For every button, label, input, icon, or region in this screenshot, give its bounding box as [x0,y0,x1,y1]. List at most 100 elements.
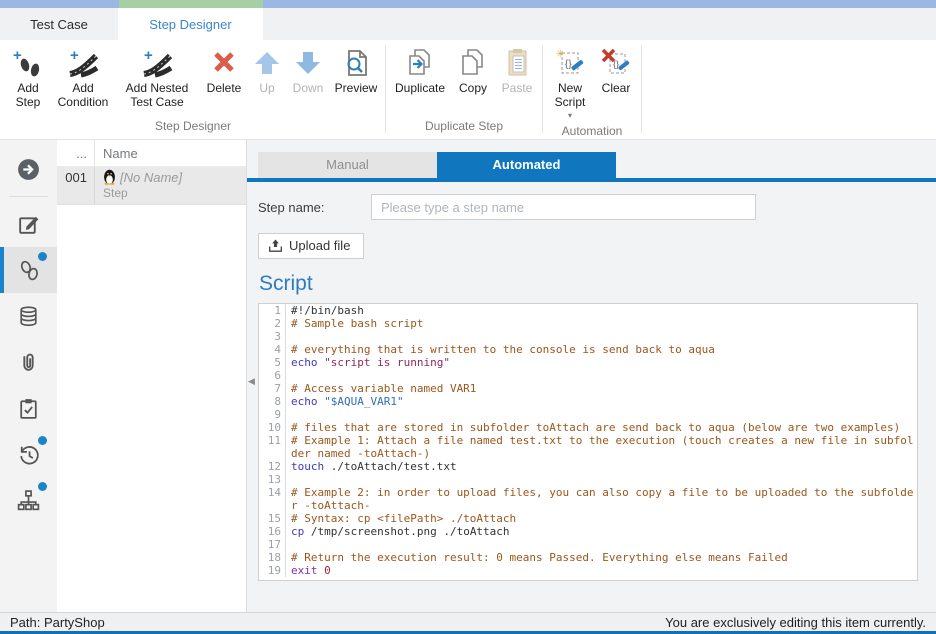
new-script-label: New Script [550,82,590,110]
script-line: 8echo "$AQUA_VAR1" [259,395,917,408]
add-condition-icon: + [67,47,99,79]
copy-label: Copy [459,82,487,96]
add-step-label: Add Step [8,82,48,110]
step-name: [No Name] [120,170,182,185]
code-text [286,369,917,382]
script-line: 12touch ./toAttach/test.txt [259,460,917,473]
down-arrow-icon [292,47,324,79]
step-name-input[interactable] [371,194,756,220]
collapse-panel-handle[interactable]: ◀ [248,376,255,387]
tab-step-designer[interactable]: Step Designer [118,8,263,40]
code-text [286,330,917,343]
new-script-icon: ✳{} [554,47,586,79]
delete-icon [208,47,240,79]
status-lock-message: You are exclusively editing this item cu… [665,615,926,630]
ribbon-group-title: Duplicate Step [387,117,541,139]
upload-file-button[interactable]: Upload file [258,233,364,259]
duplicate-button[interactable]: Duplicate [389,45,451,98]
copy-button[interactable]: Copy [451,45,495,98]
column-header-more[interactable]: ... [57,140,95,166]
line-number: 1 [259,304,286,317]
paste-button[interactable]: Paste [495,45,539,98]
title-tab-bar: Test Case Step Designer [0,8,936,40]
step-name-label: Step name: [258,200,371,215]
line-number: 13 [259,473,286,486]
sidebar-item-data[interactable] [0,293,57,339]
database-icon [16,304,41,329]
clear-script-button[interactable]: {} Clear [594,45,638,98]
step-row[interactable]: 001 [No Name] Step [57,167,246,205]
up-arrow-icon [251,47,283,79]
add-condition-button[interactable]: + Add Condition [52,45,114,112]
main-area: ... Name 001 [No Name] Step ◀ Manual Aut… [0,140,936,612]
code-text: # Sample bash script [286,317,917,330]
code-text: echo "$AQUA_VAR1" [286,395,917,408]
linux-penguin-icon [103,169,116,185]
line-number: 5 [259,356,286,369]
script-line: 1#!/bin/bash [259,304,917,317]
code-text: # Example 1: Attach a file named test.tx… [286,434,917,460]
ribbon-group-automation: ✳{} New Script ▾ {} Clear Automation [544,40,640,139]
ribbon-group-duplicate-step: Duplicate Copy Paste Duplicate Step [387,40,541,139]
ribbon: + Add Step + Add Condition + Add Nested … [0,40,936,140]
new-script-dropdown-caret[interactable]: ▾ [568,111,572,120]
line-number: 19 [259,564,286,577]
footsteps-icon [16,257,42,283]
new-script-button[interactable]: ✳{} New Script ▾ [546,45,594,122]
tab-manual[interactable]: Manual [258,152,437,178]
code-text: exit 0 [286,564,917,577]
notification-dot [38,436,47,445]
duplicate-label: Duplicate [395,82,445,96]
line-number: 16 [259,525,286,538]
up-button[interactable]: Up [248,45,286,98]
step-list-header: ... Name [57,140,246,167]
add-nested-test-case-icon: + [141,47,173,79]
add-step-button[interactable]: + Add Step [4,45,52,112]
code-text [286,408,917,421]
svg-text:+: + [13,47,22,64]
line-number: 4 [259,343,286,356]
script-line: 16cp /tmp/screenshot.png ./toAttach [259,525,917,538]
line-number: 6 [259,369,286,382]
window-top-accent [0,0,936,8]
notification-dot [38,252,47,261]
tab-test-case[interactable]: Test Case [0,8,118,40]
sidebar-item-attachments[interactable] [0,339,57,385]
sidebar-item-navigate[interactable] [0,146,57,192]
step-type: Step [103,186,182,200]
delete-button[interactable]: Delete [200,45,248,98]
preview-button[interactable]: Preview [330,45,382,98]
status-bar: Path: PartyShop You are exclusively edit… [0,612,936,631]
down-button[interactable]: Down [286,45,330,98]
code-text: # files that are stored in subfolder toA… [286,421,917,434]
upload-file-label: Upload file [289,238,350,253]
clear-script-label: Clear [602,82,631,96]
code-text: # everything that is written to the cons… [286,343,917,356]
script-line: 15# Syntax: cp <filePath> ./toAttach [259,512,917,525]
script-editor[interactable]: 1#!/bin/bash2# Sample bash script34# eve… [258,303,918,581]
sidebar-item-checklist[interactable] [0,385,57,431]
script-line: 9 [259,408,917,421]
code-text: # Syntax: cp <filePath> ./toAttach [286,512,917,525]
code-text: # Example 2: in order to upload files, y… [286,486,917,512]
column-header-name[interactable]: Name [95,146,138,161]
script-line: 7# Access variable named VAR1 [259,382,917,395]
ribbon-group-step-designer: + Add Step + Add Condition + Add Nested … [2,40,384,139]
code-text: # Return the execution result: 0 means P… [286,551,917,564]
script-line: 5echo "script is running" [259,356,917,369]
sidebar-item-dependencies[interactable] [0,477,57,523]
line-number: 11 [259,434,286,460]
add-nested-test-case-button[interactable]: + Add Nested Test Case [114,45,200,112]
ribbon-separator [641,46,642,133]
sidebar-item-steps[interactable] [0,247,57,293]
code-text: cp /tmp/screenshot.png ./toAttach [286,525,917,538]
delete-label: Delete [207,82,242,96]
code-text [286,473,917,486]
upload-icon [268,239,283,253]
script-line: 2# Sample bash script [259,317,917,330]
tab-automated[interactable]: Automated [437,152,616,178]
line-number: 12 [259,460,286,473]
sidebar-item-edit[interactable] [0,201,57,247]
sidebar-item-history[interactable] [0,431,57,477]
clear-script-icon: {} [600,47,632,79]
